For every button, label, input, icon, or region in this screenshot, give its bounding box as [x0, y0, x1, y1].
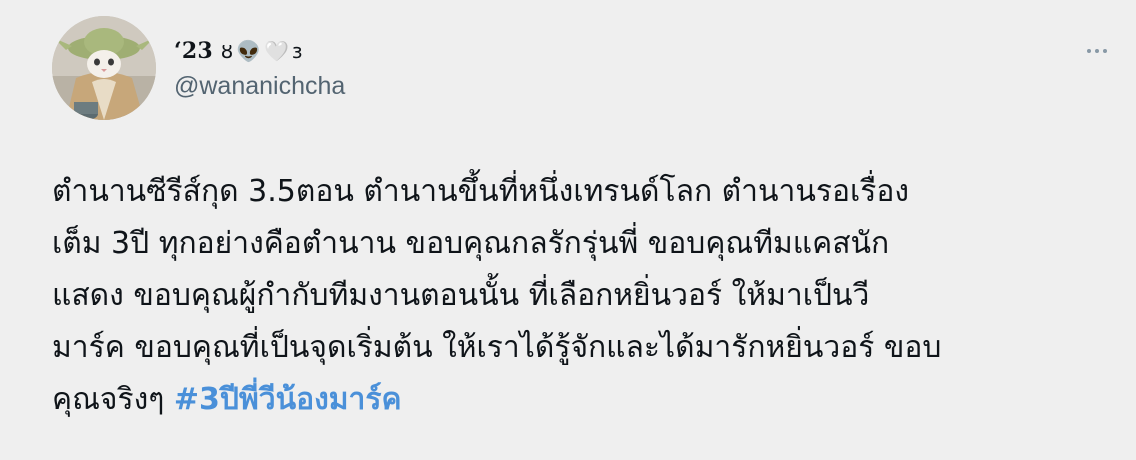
display-name-emojis: ȣ 👽 🤍 ɜ [221, 39, 303, 63]
tweet-text-line: แสดง ขอบคุณผู้กำกับทีมงานตอนนั้น ที่เลือ… [52, 278, 870, 313]
user-handle[interactable]: @wananichcha [174, 72, 345, 101]
tweet-text-line: มาร์ค ขอบคุณที่เป็นจุดเริ่มต้น ให้เราได้… [52, 330, 942, 365]
tweet-text-tail: คุณจริงๆ [52, 382, 174, 417]
alien-emoji-icon: 👽 [236, 39, 261, 63]
tweet-card: ‘23 ȣ 👽 🤍 ɜ @wananichcha ตำนานซีรีส์กุด … [0, 0, 1136, 460]
tweet-text-line-last: คุณจริงๆ #3ปีพี่วีน้องมาร์ค [52, 374, 1102, 426]
avatar-image [52, 16, 156, 120]
avatar[interactable] [52, 16, 156, 120]
name-symbol-right: ɜ [291, 39, 303, 63]
display-name[interactable]: ‘23 [174, 38, 213, 64]
white-heart-emoji-icon: 🤍 [264, 39, 289, 63]
tweet-text-line: ตำนานซีรีส์กุด 3.5ตอน ตำนานขึ้นที่หนึ่งเ… [52, 174, 910, 209]
name-symbol-left: ȣ [220, 39, 234, 63]
hashtag-link[interactable]: #3ปีพี่วีน้องมาร์ค [174, 382, 402, 417]
tweet-text-line: เต็ม 3ปี ทุกอย่างคือตำนาน ขอบคุณกลรักรุ่… [52, 226, 890, 261]
tweet-text: ตำนานซีรีส์กุด 3.5ตอน ตำนานขึ้นที่หนึ่งเ… [52, 166, 1102, 426]
author-name-row[interactable]: ‘23 ȣ 👽 🤍 ɜ [174, 33, 303, 69]
more-dot [1095, 49, 1099, 53]
more-dot [1103, 49, 1107, 53]
more-dot [1087, 49, 1091, 53]
more-dots-icon[interactable] [1080, 40, 1114, 62]
